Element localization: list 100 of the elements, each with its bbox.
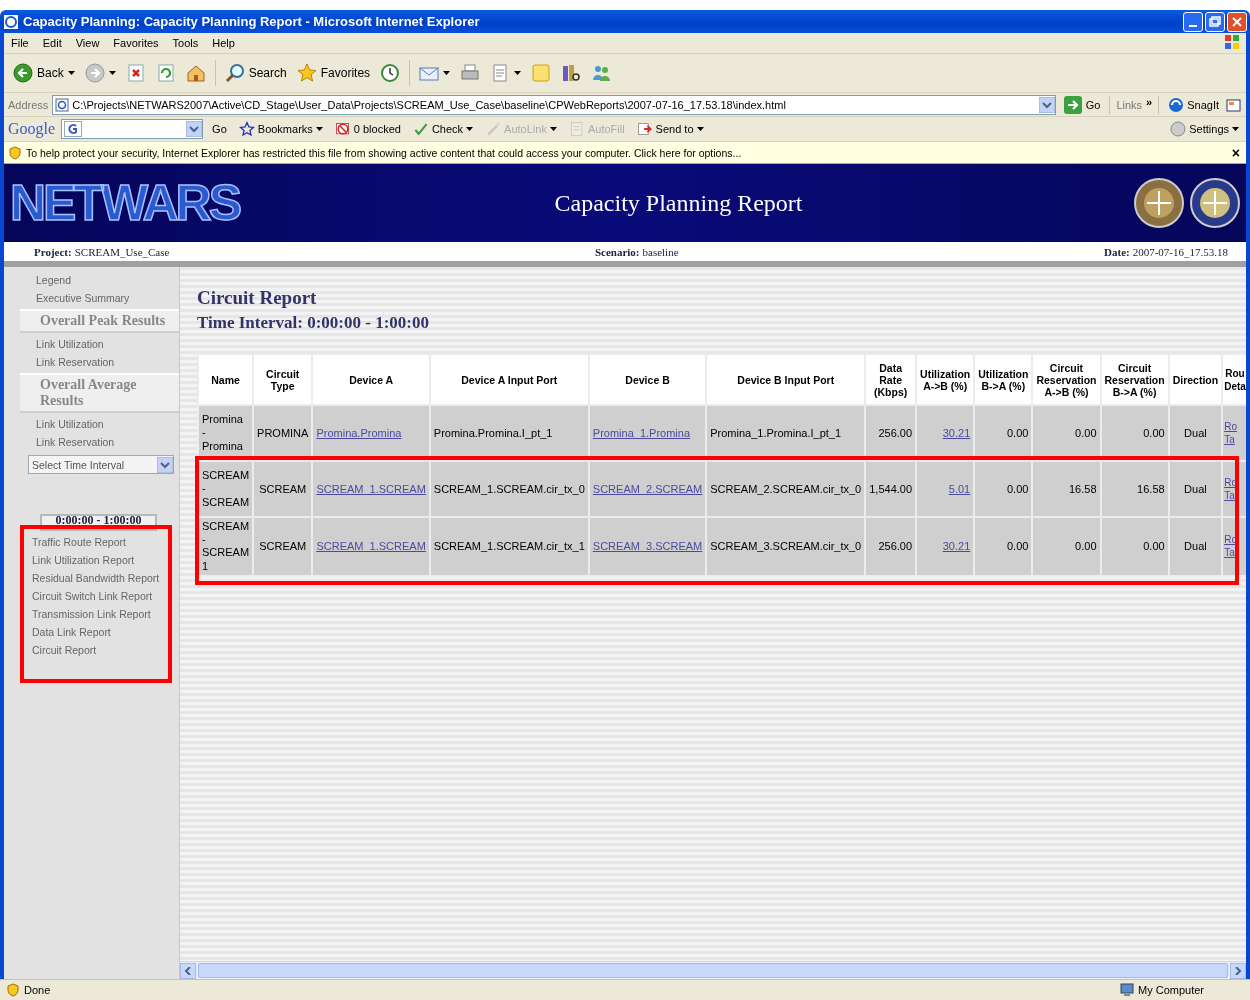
- caret-icon: [67, 71, 75, 75]
- sendto-button[interactable]: Send to: [633, 121, 707, 137]
- capture-icon[interactable]: [1226, 96, 1242, 113]
- close-icon: [1232, 16, 1242, 27]
- nav-link[interactable]: Circuit Switch Link Report: [20, 587, 179, 605]
- note-icon: [531, 63, 552, 83]
- close-button[interactable]: [1227, 11, 1247, 32]
- star-icon: [296, 63, 317, 83]
- table-link[interactable]: 30.21: [942, 427, 971, 439]
- clock-icon: [380, 63, 401, 83]
- nav-link[interactable]: Link Utilization: [20, 415, 179, 433]
- nav-link[interactable]: Traffic Route Report: [20, 533, 179, 551]
- caret-icon: [549, 127, 557, 131]
- nav-link[interactable]: Link Utilization Report: [20, 551, 179, 569]
- shield-icon: [6, 983, 20, 997]
- address-field[interactable]: C:\Projects\NETWARS2007\Active\CD_Stage\User_Data\Projects\SCREAM_Use_Case\baseline\CPWebReports\2007-07-16_17.53.18\index.html: [52, 94, 1056, 115]
- menu-item[interactable]: Favorites: [106, 35, 166, 51]
- seal-icon: [1134, 178, 1184, 228]
- menu-item[interactable]: Help: [205, 35, 242, 51]
- project-label: Project:: [34, 245, 72, 258]
- table-cell: SCREAM_1.SCREAM.cir_tx_1: [429, 517, 589, 576]
- horizontal-scrollbar[interactable]: [180, 961, 1246, 979]
- window-title: Capacity Planning: Capacity Planning Report - Microsoft Internet Explorer: [23, 14, 481, 29]
- table-link[interactable]: 5.01: [948, 483, 971, 495]
- close-button[interactable]: ×: [1229, 144, 1242, 161]
- send-icon: [636, 121, 653, 137]
- report-heading: Circuit Report: [197, 287, 318, 309]
- menu-item[interactable]: View: [68, 35, 107, 51]
- google-logo: Google: [8, 120, 56, 138]
- nav-link[interactable]: Link Utilization: [20, 335, 179, 353]
- nav-link[interactable]: Residual Bandwidth Report: [20, 569, 179, 587]
- time-interval-select[interactable]: Select Time Interval: [28, 455, 174, 474]
- nav-link[interactable]: Legend: [20, 271, 179, 289]
- section-heading: Overall Peak Results: [20, 309, 179, 333]
- table-cell: SCREAM: [253, 517, 313, 576]
- settings-button[interactable]: Settings: [1167, 121, 1242, 137]
- minimize-button[interactable]: [1183, 11, 1203, 32]
- security-info-bar[interactable]: To help protect your security, Internet Explorer has restricted this file from showing active content that could access your computer. Click here for options... ×: [4, 142, 1246, 164]
- books-icon: [561, 63, 582, 83]
- go-button[interactable]: Go: [209, 123, 230, 135]
- scenario-label: Scenario:: [594, 245, 640, 258]
- table-link[interactable]: SCREAM_2.SCREAM: [592, 483, 703, 495]
- minimize-icon: [1189, 24, 1197, 27]
- search-field[interactable]: [61, 119, 204, 139]
- nav-link[interactable]: Link Reservation: [20, 433, 179, 451]
- shield-icon: [8, 145, 22, 160]
- go-button[interactable]: Go: [1059, 94, 1104, 115]
- menu-item[interactable]: Tools: [165, 35, 206, 51]
- column-header: Device B Input Port: [706, 354, 866, 405]
- table-cell: 16.58: [1100, 461, 1169, 517]
- search-icon: [224, 63, 245, 83]
- address-label: Address: [8, 98, 49, 111]
- blocked-button[interactable]: 0 blocked: [331, 121, 404, 137]
- nav-link[interactable]: Link Reservation: [20, 353, 179, 371]
- seal-icon: [1190, 178, 1240, 228]
- dropdown-arrow-icon[interactable]: [157, 456, 173, 473]
- nav-link[interactable]: Transmission Link Report: [20, 605, 179, 623]
- snagit-button[interactable]: SnagIt: [1165, 96, 1222, 113]
- windows-flag-icon: [1224, 34, 1240, 50]
- forward-icon: [84, 63, 105, 83]
- browser-icon: [3, 13, 19, 30]
- table-link[interactable]: 30.21: [942, 540, 971, 553]
- back-button[interactable]: Back: [10, 61, 78, 85]
- home-icon: [185, 63, 206, 83]
- links-label[interactable]: Links: [1116, 98, 1143, 111]
- links-more[interactable]: »: [1146, 95, 1153, 108]
- menu-item[interactable]: Edit: [35, 35, 69, 51]
- search-button[interactable]: Search: [221, 61, 290, 85]
- dropdown-arrow-icon[interactable]: [1038, 96, 1055, 113]
- restore-icon: [1209, 15, 1221, 28]
- table-cell: Dual: [1168, 461, 1223, 517]
- google-toolbar-icon: [64, 121, 83, 137]
- report-subheading: Time Interval: 0:00:00 - 1:00:00: [197, 313, 430, 333]
- refresh-icon: [155, 63, 176, 83]
- nav-link[interactable]: Circuit Report: [20, 641, 179, 659]
- table-link[interactable]: SCREAM_1.SCREAM: [316, 483, 426, 495]
- dropdown-arrow-icon[interactable]: [186, 121, 203, 137]
- table-link[interactable]: Promina_1.Promina: [592, 427, 691, 439]
- table-cell: 0.00: [974, 517, 1033, 576]
- caret-icon: [108, 71, 116, 75]
- section-heading: Overall Average Results: [20, 373, 179, 413]
- column-header: Device A Input Port: [429, 354, 589, 405]
- stop-icon: [125, 63, 146, 83]
- table-link[interactable]: Promina.Promina: [316, 427, 402, 439]
- check-button[interactable]: Check: [409, 121, 477, 137]
- nav-link[interactable]: Data Link Report: [20, 623, 179, 641]
- favorites-button[interactable]: Favorites: [293, 61, 374, 85]
- caret-icon: [466, 127, 474, 131]
- column-header: Data Rate (Kbps): [865, 354, 917, 405]
- computer-icon: [1119, 983, 1134, 997]
- people-icon: [591, 63, 612, 83]
- menu-item[interactable]: File: [4, 35, 36, 51]
- table-cell: SCREAM_1.SCREAM.cir_tx_0: [429, 461, 589, 517]
- project-value: SCREAM_Use_Case: [74, 245, 170, 258]
- nav-link[interactable]: Executive Summary: [20, 289, 179, 307]
- scroll-right-icon[interactable]: [1234, 966, 1242, 975]
- bookmarks-button[interactable]: Bookmarks: [235, 121, 326, 137]
- zone-text: My Computer: [1137, 984, 1204, 996]
- scroll-left-icon[interactable]: [184, 966, 192, 975]
- maximize-button[interactable]: [1205, 11, 1225, 32]
